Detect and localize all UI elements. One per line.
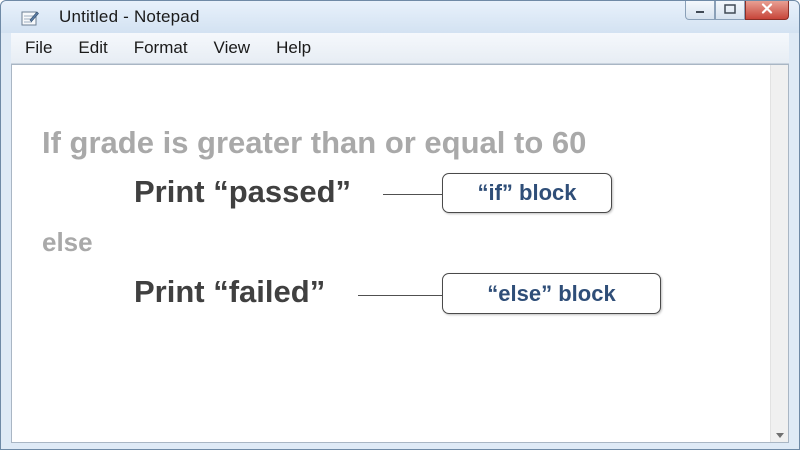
if-callout-connector bbox=[383, 194, 443, 195]
title-bar[interactable]: Untitled - Notepad bbox=[1, 1, 799, 33]
menu-edit[interactable]: Edit bbox=[65, 38, 120, 58]
notepad-icon[interactable] bbox=[21, 10, 39, 26]
if-block-callout: “if” block bbox=[442, 173, 612, 213]
else-line: else bbox=[42, 227, 93, 257]
maximize-button[interactable] bbox=[715, 1, 745, 20]
close-button[interactable] bbox=[745, 1, 789, 20]
window-controls bbox=[685, 1, 789, 21]
menu-bar: File Edit Format View Help bbox=[11, 33, 789, 64]
menu-format[interactable]: Format bbox=[121, 38, 201, 58]
print-failed-line: Print “failed” bbox=[134, 274, 326, 309]
else-callout-connector bbox=[358, 295, 443, 296]
menu-help[interactable]: Help bbox=[263, 38, 324, 58]
maximize-icon bbox=[724, 1, 736, 19]
notepad-window: Untitled - Notepad File Edit Format View… bbox=[0, 0, 800, 450]
condition-line: If grade is greater than or equal to 60 bbox=[42, 125, 587, 160]
minimize-icon bbox=[695, 1, 705, 19]
print-passed-line: Print “passed” bbox=[134, 174, 352, 209]
vertical-scrollbar[interactable] bbox=[770, 65, 788, 442]
menu-view[interactable]: View bbox=[201, 38, 264, 58]
scroll-down-arrow-icon[interactable] bbox=[776, 433, 784, 438]
close-icon bbox=[761, 1, 773, 19]
menu-file[interactable]: File bbox=[11, 38, 65, 58]
window-title: Untitled - Notepad bbox=[59, 7, 200, 26]
else-block-callout: “else” block bbox=[442, 273, 661, 314]
text-editor-area[interactable]: If grade is greater than or equal to 60 … bbox=[11, 64, 789, 443]
minimize-button[interactable] bbox=[685, 1, 715, 20]
